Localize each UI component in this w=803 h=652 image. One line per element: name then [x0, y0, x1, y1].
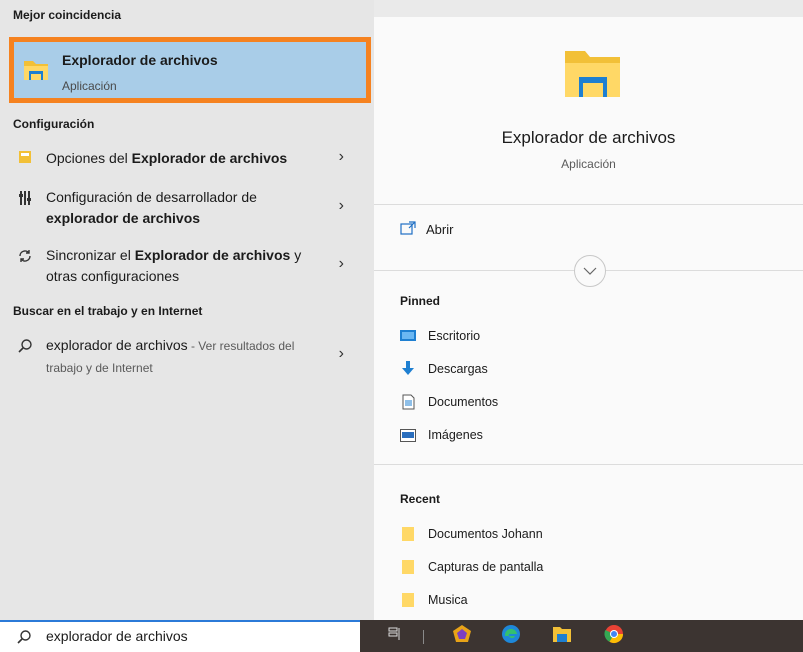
setting-sync[interactable]: Sincronizar el Explorador de archivos y … — [0, 243, 374, 289]
best-match-result[interactable]: Explorador de archivos Aplicación — [9, 37, 371, 103]
pinned-header: Pinned — [400, 294, 441, 308]
taskbar-file-explorer[interactable] — [549, 624, 575, 648]
pinned-label: Imágenes — [428, 428, 483, 442]
developer-tools-icon — [16, 189, 34, 207]
open-action[interactable]: Abrir — [400, 221, 453, 238]
search-results-panel: Mejor coincidencia Explorador de archivo… — [0, 0, 374, 620]
chrome-icon — [604, 624, 624, 649]
pinned-label: Descargas — [428, 362, 488, 376]
pinned-label: Escritorio — [428, 329, 481, 343]
recent-label: Capturas de pantalla — [428, 560, 544, 574]
recent-label: Musica — [428, 593, 468, 607]
open-label: Abrir — [426, 222, 454, 237]
task-view-button[interactable] — [382, 624, 408, 648]
setting-label: Opciones del — [46, 150, 132, 166]
taskbar — [360, 620, 803, 652]
search-icon — [16, 629, 32, 650]
download-icon — [400, 361, 416, 377]
best-match-subtitle: Aplicación — [62, 79, 117, 93]
chevron-right-icon: › — [338, 197, 344, 214]
pinned-item[interactable]: Documentos — [400, 394, 498, 410]
app-logo-icon — [452, 624, 472, 649]
folder-icon — [400, 559, 416, 575]
pinned-label: Documentos — [428, 395, 499, 409]
settings-header: Configuración — [13, 117, 95, 131]
task-view-icon — [388, 627, 402, 646]
sync-icon — [16, 247, 34, 265]
setting-label-bold: Explorador de archivos — [131, 150, 288, 166]
pinned-item[interactable]: Escritorio — [400, 328, 480, 344]
pinned-item[interactable]: Imágenes — [400, 427, 483, 443]
file-explorer-icon — [552, 625, 572, 648]
best-match-header: Mejor coincidencia — [13, 8, 122, 22]
taskbar-edge[interactable] — [498, 624, 524, 648]
document-icon — [400, 394, 416, 410]
setting-developer[interactable]: Configuración de desarrollador de explor… — [0, 185, 374, 231]
taskbar-separator — [423, 630, 424, 644]
divider — [374, 204, 803, 205]
desktop-icon — [400, 328, 416, 344]
chevron-right-icon: › — [338, 255, 344, 272]
taskbar-app-1[interactable] — [449, 624, 475, 648]
divider — [374, 464, 803, 465]
web-search-result[interactable]: explorador de archivos - Ver resultados … — [0, 333, 374, 379]
folder-icon — [400, 592, 416, 608]
web-search-header: Buscar en el trabajo y en Internet — [13, 304, 203, 318]
file-explorer-icon — [563, 47, 623, 101]
recent-header: Recent — [400, 492, 441, 506]
expand-button[interactable] — [574, 255, 606, 287]
open-window-icon — [400, 221, 416, 238]
edge-icon — [501, 624, 521, 649]
web-search-query: explorador de archivos — [46, 337, 188, 353]
recent-item[interactable]: Musica — [400, 592, 468, 608]
app-preview-panel: Explorador de archivos Aplicación Abrir … — [374, 17, 803, 620]
search-input[interactable] — [46, 628, 336, 644]
recent-item[interactable]: Capturas de pantalla — [400, 559, 543, 575]
best-match-title: Explorador de archivos — [62, 52, 218, 68]
setting-label: Sincronizar el — [46, 247, 135, 263]
pictures-icon — [400, 427, 416, 443]
file-explorer-icon — [22, 56, 50, 84]
recent-label: Documentos Johann — [428, 527, 543, 541]
folder-icon — [400, 526, 416, 542]
taskbar-chrome[interactable] — [601, 624, 627, 648]
chevron-right-icon: › — [338, 345, 344, 362]
chevron-down-icon — [583, 262, 597, 280]
setting-explorer-options[interactable]: Opciones del Explorador de archivos › — [0, 143, 374, 173]
recent-item[interactable]: Documentos Johann — [400, 526, 543, 542]
taskbar-search-box[interactable] — [0, 620, 360, 652]
pinned-item[interactable]: Descargas — [400, 361, 488, 377]
search-icon — [16, 337, 34, 355]
app-subtitle: Aplicación — [561, 157, 616, 171]
setting-label: Configuración de desarrollador de — [46, 189, 257, 205]
setting-label-bold: explorador de archivos — [46, 210, 201, 226]
app-title: Explorador de archivos — [501, 128, 676, 147]
settings-window-icon — [16, 148, 34, 166]
setting-label-bold: Explorador de archivos — [134, 247, 291, 263]
chevron-right-icon: › — [338, 148, 344, 165]
